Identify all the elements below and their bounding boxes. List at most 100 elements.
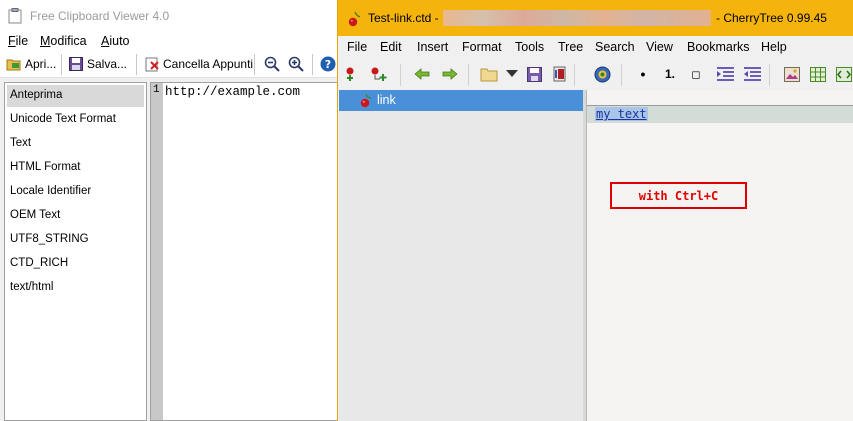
menu-edit[interactable]: Edit	[380, 40, 402, 54]
folder-open-icon	[6, 59, 21, 71]
toolbar-separator	[400, 64, 401, 86]
bulleted-list-button[interactable]: •	[634, 65, 652, 83]
toolbar-separator	[254, 54, 255, 75]
go-forward-button[interactable]	[441, 65, 459, 83]
format-list[interactable]: Anteprima Unicode Text Format Text HTML …	[4, 82, 147, 421]
annotation-box: with Ctrl+C	[610, 182, 747, 209]
unindent-button[interactable]	[743, 65, 761, 83]
clipboard-viewer-title-bar[interactable]: Free Clipboard Viewer 4.0	[0, 0, 340, 31]
menu-tree[interactable]: Tree	[558, 40, 583, 54]
indent-icon	[716, 66, 734, 81]
toolbar-separator	[769, 64, 770, 86]
annotation-text: with Ctrl+C	[638, 189, 719, 203]
node-properties-button[interactable]	[593, 65, 611, 83]
cherrytree-window: Test-link.ctd - - CherryTree 0.99.45 Fil…	[337, 0, 853, 421]
spellcheck-icon	[594, 66, 610, 82]
preview-editor[interactable]: 1 http://example.com	[150, 82, 340, 421]
unindent-icon	[743, 66, 761, 81]
menu-modifica[interactable]: Modifica	[40, 34, 87, 48]
svg-text:?: ?	[325, 58, 331, 71]
checkbox-list-icon: ◻	[691, 68, 701, 81]
clear-clipboard-button[interactable]: Cancella Appunti	[144, 55, 253, 73]
menu-insert[interactable]: Insert	[417, 40, 448, 54]
menu-tools[interactable]: Tools	[515, 40, 544, 54]
export-button[interactable]	[550, 65, 568, 83]
image-icon	[784, 66, 800, 82]
hyperlink-text[interactable]: my text	[595, 107, 648, 121]
open-recent-dropdown[interactable]	[503, 65, 521, 83]
open-file-button[interactable]	[480, 65, 498, 83]
format-item-utf8-string[interactable]: UTF8_STRING	[10, 233, 89, 245]
arrow-left-icon	[414, 68, 430, 80]
node-tree-panel[interactable]: link	[339, 90, 583, 421]
todo-list-button[interactable]: ◻	[687, 65, 705, 83]
add-subnode-icon	[371, 67, 387, 81]
table-icon	[810, 66, 826, 82]
format-item-oem-text[interactable]: OEM Text	[10, 209, 60, 221]
save-button[interactable]	[525, 65, 543, 83]
toolbar-separator	[136, 54, 137, 75]
arrow-right-icon	[442, 68, 458, 80]
menu-view[interactable]: View	[646, 40, 673, 54]
numbered-list-icon: 1.	[664, 67, 675, 81]
tree-node-link[interactable]: link	[339, 90, 583, 111]
clipboard-app-icon	[8, 8, 22, 24]
redacted-path	[443, 10, 711, 26]
menu-format[interactable]: Format	[462, 40, 502, 54]
title-filename: Test-link.ctd -	[368, 11, 439, 25]
menu-file[interactable]: File	[347, 40, 367, 54]
indent-button[interactable]	[716, 65, 734, 83]
format-item-ctd-rich[interactable]: CTD_RICH	[10, 257, 68, 269]
format-item-text-html[interactable]: text/html	[10, 281, 53, 293]
cherrytree-toolbar: • 1. ◻	[338, 58, 853, 90]
line-number-gutter: 1	[151, 83, 163, 420]
zoom-in-icon	[288, 56, 304, 72]
floppy-disk-icon	[69, 57, 83, 71]
highlighted-line: my text	[587, 105, 853, 123]
insert-codebox-button[interactable]	[835, 65, 853, 83]
cherrytree-title-bar[interactable]: Test-link.ctd - - CherryTree 0.99.45	[338, 0, 853, 36]
tree-node-label: link	[377, 93, 396, 107]
toolbar-separator	[468, 64, 469, 86]
numbered-list-button[interactable]: 1.	[661, 65, 679, 83]
zoom-out-button[interactable]	[264, 55, 283, 73]
zoom-out-icon	[264, 56, 280, 72]
export-icon	[553, 66, 565, 82]
toolbar-separator	[312, 54, 313, 75]
open-button[interactable]: Apri...	[6, 55, 56, 73]
code-icon	[836, 66, 852, 82]
menu-file[interactable]: File	[8, 34, 28, 48]
bullet-list-icon: •	[640, 66, 646, 82]
insert-table-button[interactable]	[809, 65, 827, 83]
toolbar-separator	[61, 54, 62, 75]
add-node-button[interactable]	[341, 65, 359, 83]
cherry-node-icon	[360, 93, 372, 108]
window-title: Free Clipboard Viewer 4.0	[30, 9, 170, 23]
menu-bar: File Modifica Aiuto	[0, 31, 340, 51]
add-subnode-button[interactable]	[370, 65, 388, 83]
title-app-name: - CherryTree 0.99.45	[716, 11, 827, 25]
format-item-anteprima[interactable]: Anteprima	[10, 89, 62, 101]
format-item-html[interactable]: HTML Format	[10, 161, 81, 173]
save-button[interactable]: Salva...	[68, 55, 127, 73]
add-node-icon	[346, 67, 354, 81]
toolbar: Apri... Salva... Cancella Appunti ?	[0, 51, 340, 78]
toolbar-separator	[574, 64, 575, 86]
menu-help[interactable]: Help	[761, 40, 787, 54]
menu-search[interactable]: Search	[595, 40, 635, 54]
save-icon	[526, 66, 542, 82]
menu-bookmarks[interactable]: Bookmarks	[687, 40, 750, 54]
help-icon: ?	[320, 56, 336, 72]
format-item-text[interactable]: Text	[10, 137, 31, 149]
format-item-locale[interactable]: Locale Identifier	[10, 185, 91, 197]
preview-text[interactable]: http://example.com	[165, 85, 300, 99]
format-item-unicode-text[interactable]: Unicode Text Format	[10, 113, 116, 125]
insert-image-button[interactable]	[783, 65, 801, 83]
go-back-button[interactable]	[413, 65, 431, 83]
zoom-in-button[interactable]	[288, 55, 307, 73]
rich-text-editor[interactable]: my text with Ctrl+C	[586, 90, 853, 421]
menu-aiuto[interactable]: Aiuto	[101, 34, 130, 48]
cherry-app-icon	[348, 11, 361, 27]
toolbar-separator	[621, 64, 622, 86]
cherrytree-menu-bar: File Edit Insert Format Tools Tree Searc…	[338, 36, 853, 58]
